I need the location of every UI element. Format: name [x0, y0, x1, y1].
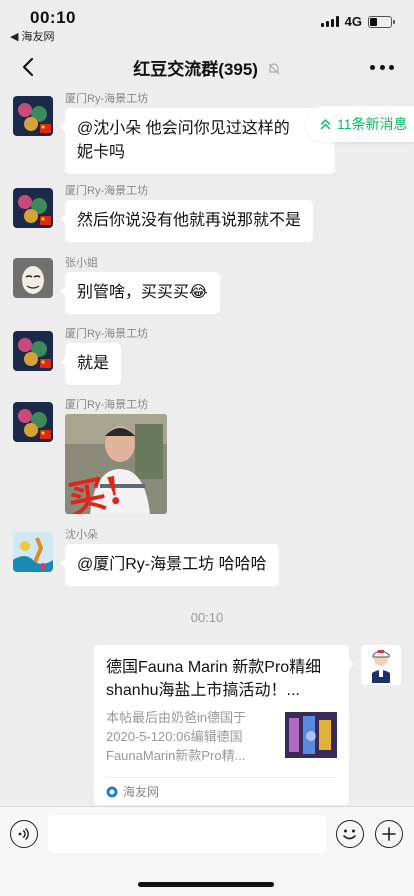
message-text: @厦门Ry-海景工坊 哈哈哈 — [77, 556, 267, 573]
double-chevron-up-icon — [320, 118, 331, 130]
sender-avatar[interactable] — [13, 258, 53, 298]
new-messages-label: 11条新消息 — [337, 116, 408, 132]
emoji-icon[interactable] — [336, 820, 364, 848]
link-card-title: 德国Fauna Marin 新款Pro精细shanhu海盐上市搞活动！... — [106, 659, 322, 699]
chat-header: 红豆交流群(395) — [0, 44, 414, 90]
home-indicator — [138, 882, 274, 887]
network-type: 4G — [344, 14, 362, 29]
message-line: 妮卡吗 — [77, 144, 126, 161]
sender-avatar[interactable] — [13, 532, 53, 572]
chat-title-text: 红豆交流群(395) — [133, 60, 258, 79]
time-divider: 00:10 — [190, 610, 224, 625]
mute-bell-icon — [267, 61, 281, 81]
self-avatar[interactable] — [361, 645, 401, 685]
link-card-thumbnail — [285, 712, 337, 758]
signal-icon — [320, 16, 339, 27]
message-bubble[interactable]: @厦门Ry-海景工坊 哈哈哈 — [60, 544, 279, 586]
sender-name: 厦门Ry-海景工坊 — [65, 399, 149, 411]
status-time: 00:10 — [30, 8, 76, 27]
message-bubble[interactable]: @沈小朵 他会问你见过这样的 妮卡吗 — [60, 108, 335, 174]
sender-name: 厦门Ry-海景工坊 — [65, 93, 149, 105]
sender-avatar[interactable] — [13, 331, 53, 371]
link-card-footer: 海友网 — [106, 777, 337, 805]
message-input[interactable] — [48, 815, 326, 853]
plus-icon[interactable] — [375, 820, 403, 848]
sender-name: 厦门Ry-海景工坊 — [65, 185, 149, 197]
link-card-description: 本帖最后由奶爸in德国于2020-5-120:06编辑德国FaunaMarin新… — [106, 710, 247, 763]
sender-avatar[interactable] — [13, 402, 53, 442]
voice-icon[interactable] — [10, 820, 38, 848]
status-bar: 00:10 ◀ 海友网 4G — [0, 0, 414, 44]
sender-avatar[interactable] — [13, 188, 53, 228]
source-logo-icon — [106, 786, 118, 797]
back-to-app-link[interactable]: ◀ 海友网 — [10, 28, 55, 44]
status-indicators: 4G — [320, 14, 395, 29]
sender-name: 厦门Ry-海景工坊 — [65, 328, 149, 340]
message-bubble[interactable]: 然后你说没有他就再说那就不是 — [59, 200, 314, 242]
sender-name: 张小姐 — [65, 257, 98, 269]
link-card-body: 本帖最后由奶爸in德国于2020-5-120:06编辑德国FaunaMarin新… — [106, 708, 337, 765]
message-list[interactable]: 厦门Ry-海景工坊 @沈小朵 他会问你见过这样的 妮卡吗 11条新消息 厦门Ry… — [0, 90, 414, 806]
laughing-emoji-icon: 😂 — [189, 284, 208, 301]
image-message[interactable]: 买! — [65, 414, 167, 514]
link-card-source: 海友网 — [123, 785, 160, 799]
message-line: 然后你说没有他就再说那就不是 — [77, 212, 302, 229]
new-messages-button[interactable]: 11条新消息 — [306, 106, 414, 142]
battery-icon — [368, 15, 395, 28]
sender-avatar[interactable] — [13, 96, 53, 136]
message-bubble[interactable]: 别管啥，买买买😂 — [60, 272, 220, 314]
more-dots-icon[interactable] — [370, 58, 394, 76]
sender-name: 沈小朵 — [65, 529, 98, 541]
message-line: @沈小朵 他会问你见过这样的 — [77, 120, 290, 137]
chat-title: 红豆交流群(395) — [0, 55, 414, 81]
link-card[interactable]: 德国Fauna Marin 新款Pro精细shanhu海盐上市搞活动！... 本… — [94, 645, 354, 805]
message-text: 别管啥，买买买 — [77, 284, 190, 301]
message-bubble[interactable]: 就是 — [59, 343, 122, 385]
message-text: 就是 — [77, 355, 110, 372]
